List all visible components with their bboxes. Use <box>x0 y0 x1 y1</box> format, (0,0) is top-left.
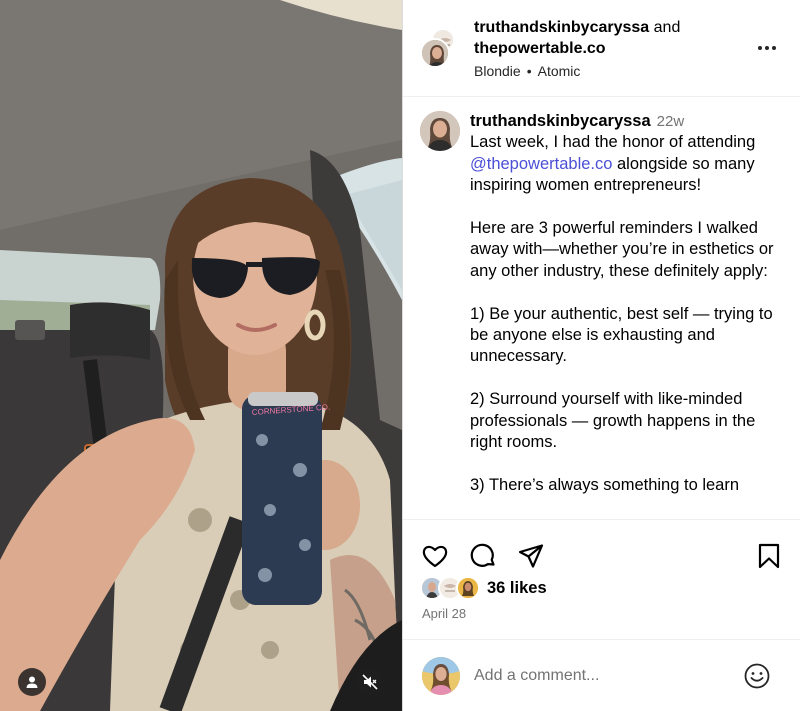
author-username[interactable]: truthandskinbycaryssa <box>474 19 649 36</box>
post-actions: 36 likes April 28 <box>403 519 800 639</box>
caption-author-avatar[interactable] <box>420 111 460 151</box>
more-options-button[interactable] <box>755 36 779 60</box>
caption-username[interactable]: truthandskinbycaryssa <box>470 112 651 130</box>
likes-count[interactable]: 36 likes <box>487 579 547 598</box>
liker-avatars[interactable] <box>420 576 482 602</box>
caption-mention-link[interactable]: @thepowertable.co <box>470 155 612 173</box>
post-detail-panel: truthandskinbycaryssa and thepowertable.… <box>402 0 800 711</box>
comment-bubble-icon[interactable] <box>469 542 497 570</box>
post-header: truthandskinbycaryssa and thepowertable.… <box>403 0 800 97</box>
bookmark-icon[interactable] <box>755 542 783 570</box>
more-dot <box>758 46 762 50</box>
video-frame: CORNERSTONE CO. <box>0 0 402 711</box>
speaker-muted-icon <box>362 674 378 690</box>
post-media-video[interactable]: CORNERSTONE CO. <box>0 0 402 711</box>
author-avatar[interactable] <box>420 38 450 68</box>
audio-separator: • <box>526 63 532 79</box>
collaborator-username[interactable]: thepowertable.co <box>474 40 606 57</box>
caption-timestamp[interactable]: 22w <box>657 113 685 130</box>
tagged-users-button[interactable] <box>18 668 46 696</box>
heart-icon[interactable] <box>421 542 449 570</box>
paper-plane-icon[interactable] <box>517 542 545 570</box>
caption-line1: Last week, I had the honor of attending <box>470 133 760 152</box>
caption-text: truthandskinbycaryssa 22w Last week, I ha… <box>470 111 780 496</box>
caption-line2: alongside so many inspiring women entrep… <box>470 154 774 494</box>
more-dot <box>772 46 776 50</box>
add-comment-row <box>403 639 800 711</box>
liker-avatar[interactable] <box>456 576 480 600</box>
smiley-face-icon[interactable] <box>743 662 771 690</box>
audio-attribution[interactable]: Blondie • Atomic <box>474 62 580 80</box>
audio-track[interactable]: Atomic <box>538 63 581 79</box>
post-authors: truthandskinbycaryssa and thepowertable.… <box>474 17 680 59</box>
current-user-avatar[interactable] <box>422 657 460 695</box>
mute-toggle-button[interactable] <box>356 668 384 696</box>
audio-artist[interactable]: Blondie <box>474 63 521 79</box>
post-date[interactable]: April 28 <box>422 606 466 621</box>
comment-input[interactable] <box>474 664 724 688</box>
caption-scroll-area[interactable]: truthandskinbycaryssa 22w Last week, I ha… <box>403 97 800 519</box>
authors-conjunction: and <box>653 19 681 36</box>
more-dot <box>765 46 769 50</box>
collab-avatars[interactable] <box>420 28 455 70</box>
person-icon <box>26 676 38 688</box>
